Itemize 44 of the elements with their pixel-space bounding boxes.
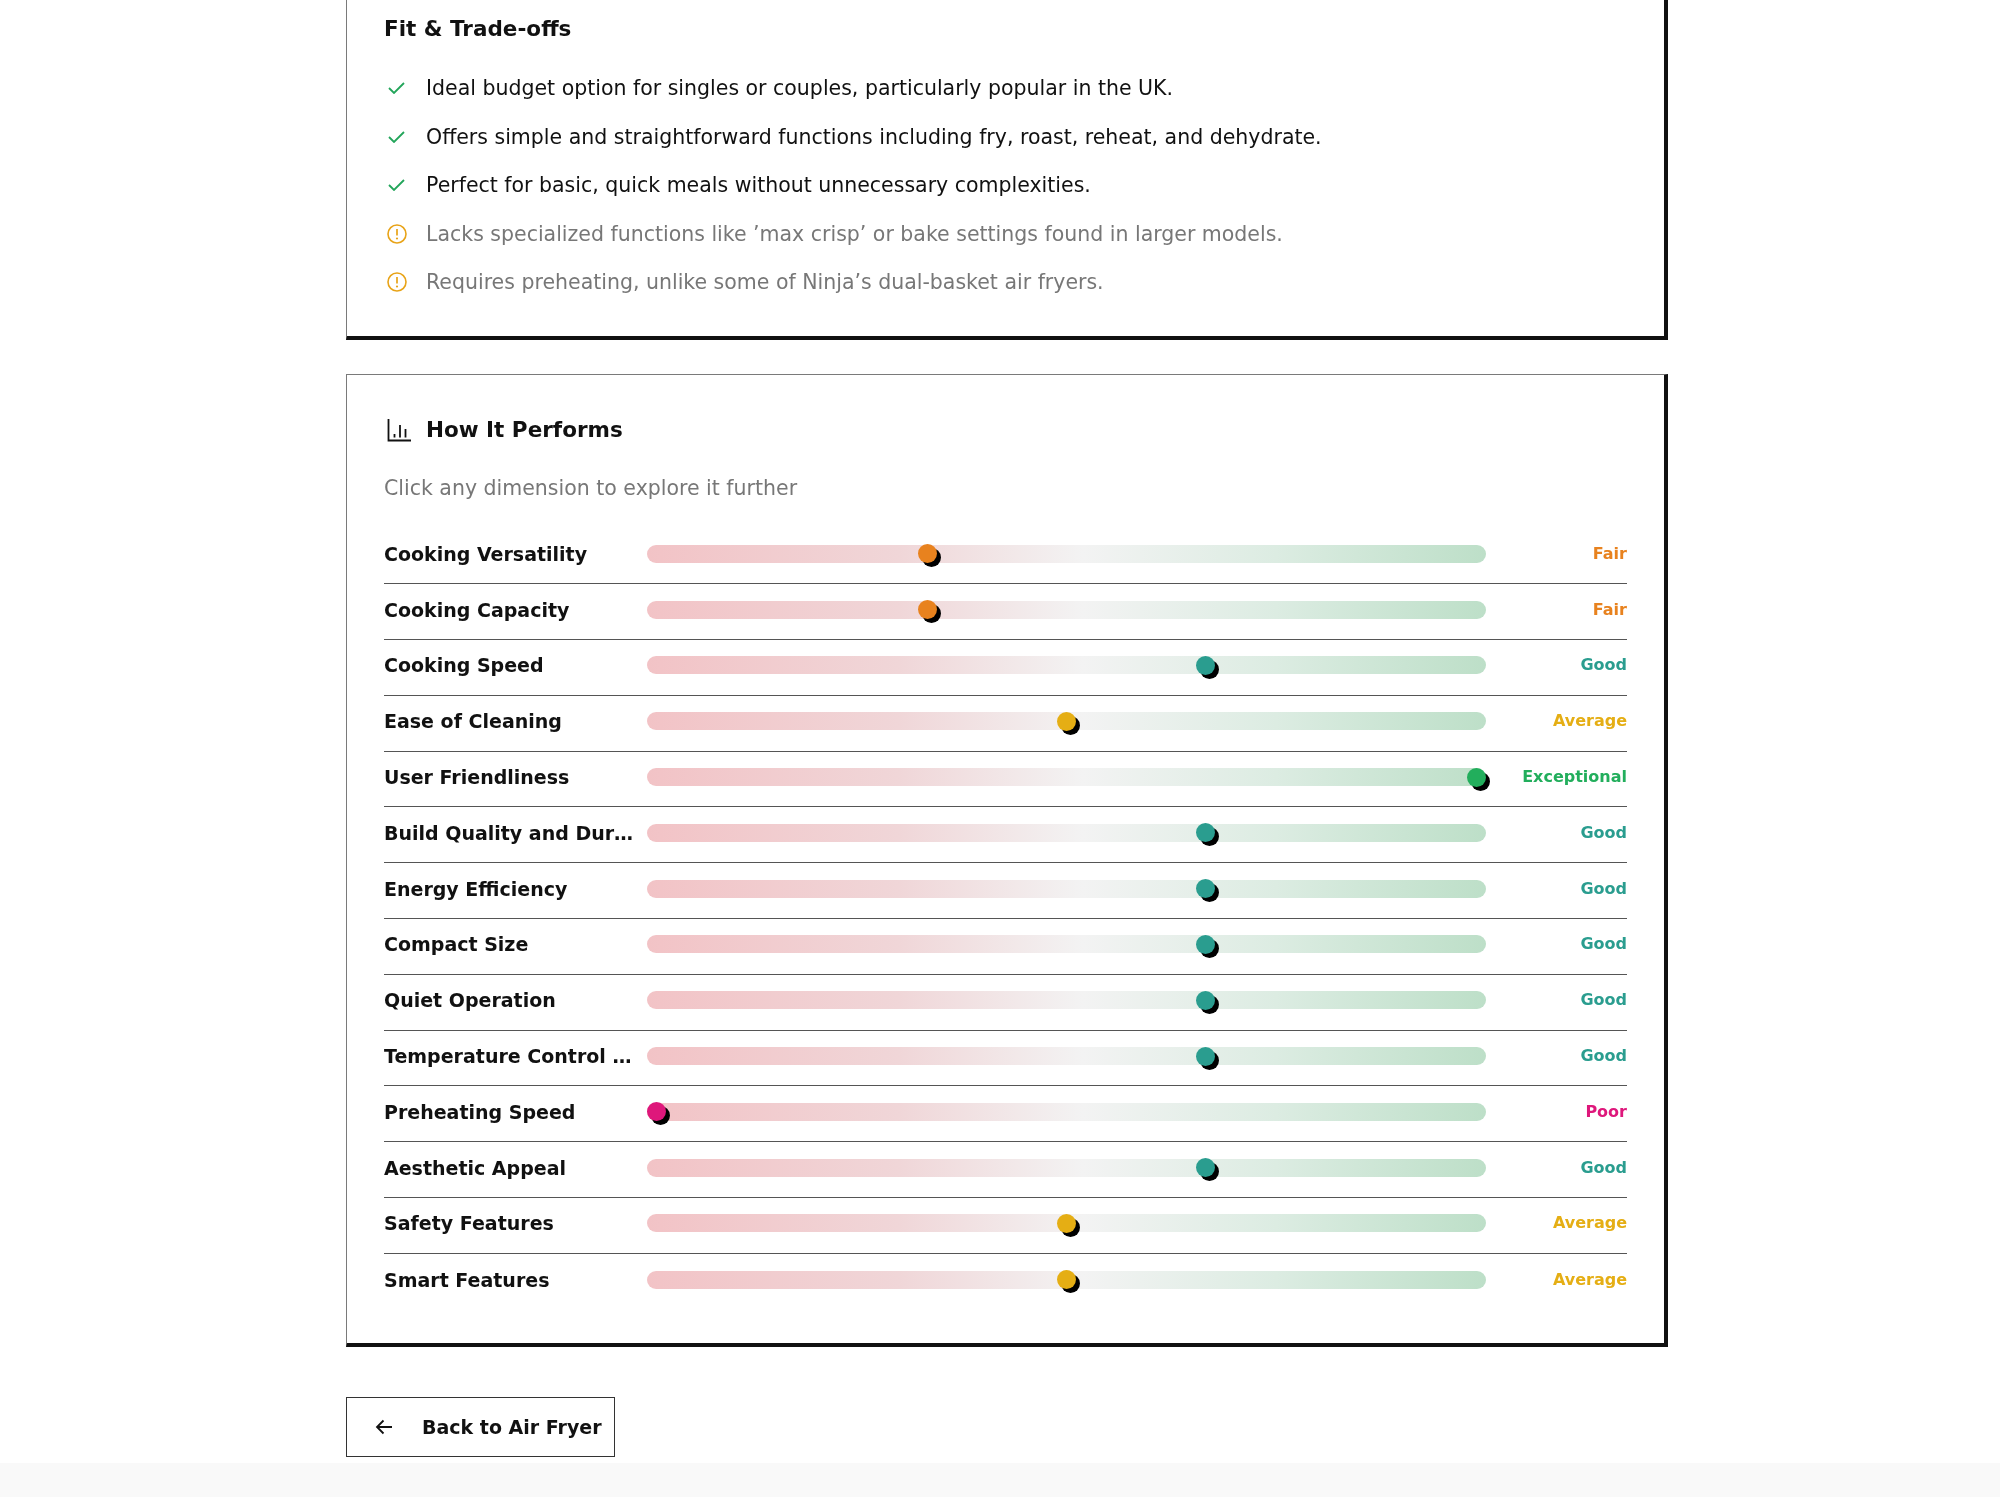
rating-label: Average (1552, 1268, 1627, 1291)
benefit-text: Ideal budget option for singles or couples, particularly popular in the UK. (426, 75, 1174, 102)
rating-label: Good (1580, 1156, 1627, 1179)
rating-label: Good (1580, 989, 1627, 1012)
rating-label: Good (1580, 821, 1627, 844)
back-button[interactable]: Back to Air Fryer (346, 1396, 615, 1457)
check-icon (388, 82, 405, 95)
warning-icon (387, 272, 407, 293)
dimension-name[interactable]: Cooking Capacity (384, 597, 647, 622)
dimension-name[interactable]: User Friendliness (384, 765, 647, 790)
dimension-name[interactable]: Compact Size (384, 932, 647, 957)
dimension-name[interactable]: Safety Features (384, 1211, 647, 1236)
rating-label: Fair (1592, 542, 1627, 565)
dimension-name[interactable]: Ease of Cleaning (384, 709, 647, 734)
check-icon (388, 130, 405, 143)
section-title: How It Performs (426, 415, 623, 444)
arrow-left-icon (375, 1418, 393, 1435)
rating-label: Poor (1585, 1100, 1627, 1123)
section-subtitle: Click any dimension to explore it further (384, 474, 799, 501)
benefit-text: Perfect for basic, quick meals without unnecessary complexities. (426, 172, 1091, 199)
rating-label: Average (1552, 1212, 1627, 1235)
drawback-text: Requires preheating, unlike some of Ninja’s dual-basket air fryers. (426, 269, 1104, 296)
dimension-name[interactable]: Aesthetic Appeal (384, 1155, 647, 1180)
rating-label: Good (1580, 654, 1627, 677)
dimension-name[interactable]: Cooking Speed (384, 653, 647, 678)
card-title: Fit & Trade-offs (384, 15, 573, 43)
dimension-name[interactable]: Build Quality and Dur… (384, 820, 647, 845)
drawback-text: Lacks specialized functions like ’max crisp’ or bake settings found in larger models. (426, 220, 1283, 247)
dimension-name[interactable]: Preheating Speed (384, 1099, 647, 1124)
rating-label: Good (1580, 933, 1627, 956)
dimension-name[interactable]: Temperature Control … (384, 1044, 647, 1069)
bar-chart-icon (387, 417, 411, 442)
rating-label: Exceptional (1522, 766, 1627, 789)
benefit-text: Offers simple and straightforward functions including fry, roast, reheat, and dehydrate. (426, 123, 1322, 150)
dimension-name[interactable]: Smart Features (384, 1267, 647, 1292)
rating-label: Fair (1592, 598, 1627, 621)
rating-label: Good (1580, 877, 1627, 900)
dimension-name[interactable]: Energy Efficiency (384, 876, 647, 901)
warning-icon (387, 223, 407, 244)
rating-label: Average (1552, 710, 1627, 733)
rating-label: Good (1580, 1045, 1627, 1068)
dimension-name[interactable]: Quiet Operation (384, 988, 647, 1013)
check-icon (388, 179, 405, 192)
dimension-name[interactable]: Cooking Versatility (384, 541, 647, 566)
